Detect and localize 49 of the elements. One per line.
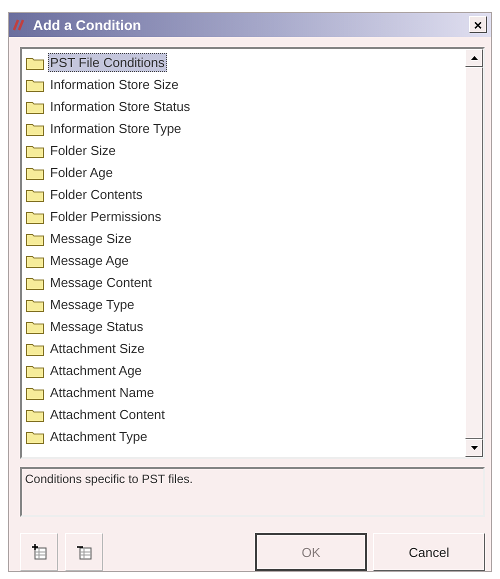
folder-icon — [26, 100, 44, 114]
condition-item[interactable]: Message Age — [48, 251, 131, 270]
folder-icon — [26, 298, 44, 312]
remove-table-icon — [76, 544, 92, 560]
folder-icon — [26, 56, 44, 70]
folder-icon — [26, 342, 44, 356]
folder-icon — [26, 78, 44, 92]
folder-icon — [26, 408, 44, 422]
condition-item[interactable]: Folder Permissions — [48, 207, 164, 226]
cancel-button[interactable]: Cancel — [373, 533, 485, 571]
folder-icon — [26, 144, 44, 158]
folder-icon — [26, 232, 44, 246]
collapse-button[interactable] — [65, 533, 103, 571]
folder-icon — [26, 320, 44, 334]
condition-item[interactable]: Folder Age — [48, 163, 115, 182]
condition-item[interactable]: PST File Conditions — [48, 53, 167, 72]
up-arrow-icon — [470, 56, 478, 60]
condition-item[interactable]: Information Store Size — [48, 75, 181, 94]
scroll-up-button[interactable] — [465, 48, 483, 67]
condition-item[interactable]: Information Store Type — [48, 119, 184, 138]
folder-icon — [26, 210, 44, 224]
folder-icon — [26, 364, 44, 378]
condition-item[interactable]: Attachment Size — [48, 339, 147, 358]
expand-button[interactable] — [20, 533, 58, 571]
folder-icon — [26, 188, 44, 202]
condition-item[interactable]: Message Status — [48, 317, 146, 336]
condition-item[interactable]: Attachment Type — [48, 427, 150, 446]
close-button[interactable]: × — [469, 16, 487, 34]
folder-icon — [26, 386, 44, 400]
condition-item[interactable]: Message Size — [48, 229, 134, 248]
condition-item[interactable]: Attachment Name — [48, 383, 156, 402]
scroll-down-button[interactable] — [465, 439, 483, 458]
window-title: Add a Condition — [33, 16, 142, 33]
down-arrow-icon — [470, 446, 478, 450]
condition-item[interactable]: Folder Contents — [48, 185, 144, 204]
folder-icon — [26, 166, 44, 180]
condition-item[interactable]: Message Type — [48, 295, 136, 314]
add-table-icon — [31, 544, 47, 560]
folder-icon — [26, 276, 44, 290]
folder-icon — [26, 254, 44, 268]
condition-item[interactable]: Attachment Age — [48, 361, 144, 380]
app-icon — [13, 18, 27, 31]
description-box: Conditions specific to PST files. — [20, 467, 485, 517]
folder-icon — [26, 430, 44, 444]
condition-item[interactable]: Message Content — [48, 273, 154, 292]
condition-item[interactable]: Attachment Content — [48, 405, 167, 424]
condition-item[interactable]: Folder Size — [48, 141, 118, 160]
condition-item[interactable]: Information Store Status — [48, 97, 192, 116]
folder-icon — [26, 122, 44, 136]
